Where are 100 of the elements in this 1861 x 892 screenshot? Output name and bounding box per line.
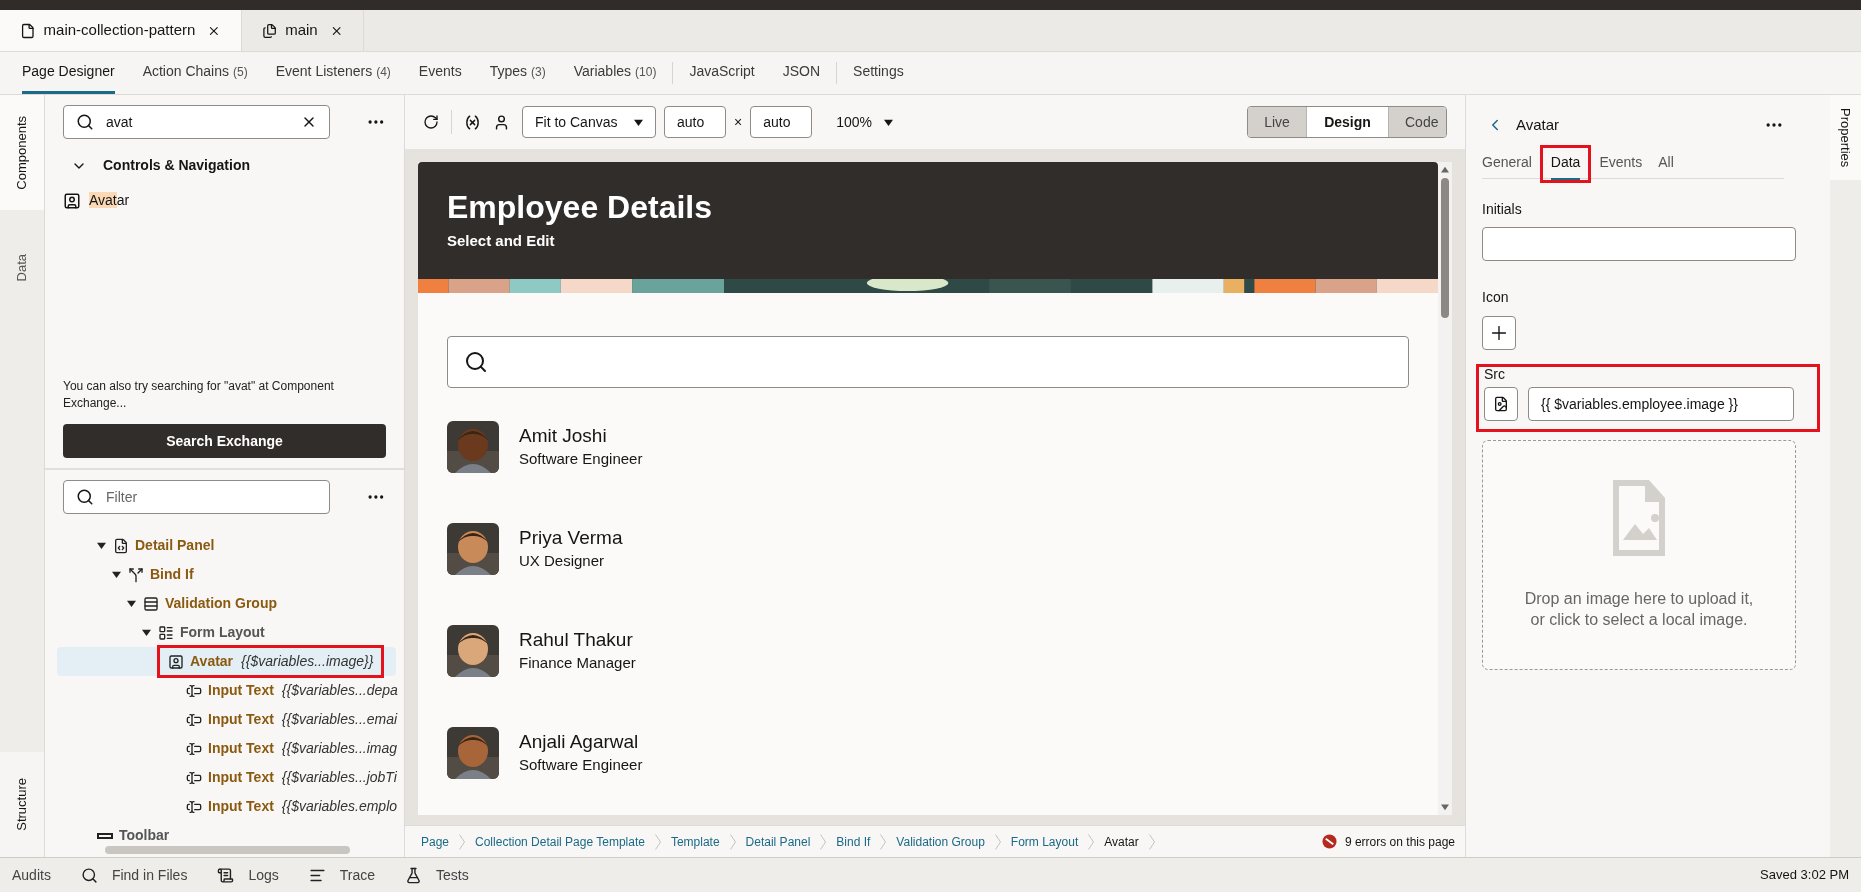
bottom-tab[interactable]: Find in Files: [80, 864, 188, 886]
breadcrumb[interactable]: Collection Detail Page Template: [469, 832, 651, 851]
scrollbar[interactable]: [1441, 178, 1449, 318]
tree-item[interactable]: Input Text {{$variables...imag: [57, 734, 396, 763]
nav-tab[interactable]: Variables (10): [573, 52, 657, 94]
user-square-icon: [168, 653, 184, 670]
binding-text: {{$variables...emai: [281, 710, 398, 729]
chevron-icon: [729, 833, 736, 850]
bottom-tab[interactable]: Audits: [12, 864, 51, 886]
bottom-tab[interactable]: Trace: [308, 864, 376, 886]
caret-icon[interactable]: [142, 628, 151, 637]
chevron-icon: [1148, 833, 1155, 850]
breadcrumb[interactable]: Template: [664, 832, 726, 851]
filter-field[interactable]: Filter: [63, 480, 331, 514]
tree-item[interactable]: Input Text {{$variables...depa: [57, 676, 396, 705]
drop-zone[interactable]: Drop an image here to upload it, or click to select a local image.: [1482, 440, 1796, 670]
error-count[interactable]: 9 errors on this page: [1344, 832, 1455, 851]
employee-role: Software Engineer: [519, 448, 643, 469]
tree-item[interactable]: Detail Panel: [57, 531, 396, 560]
tree-label: Input Text: [208, 681, 274, 700]
document-icon: [20, 22, 36, 39]
tree-item[interactable]: Input Text {{$variables...emai: [57, 705, 396, 734]
caret-icon[interactable]: [884, 117, 893, 127]
nav-tab[interactable]: Types (3): [489, 52, 546, 94]
file-image-button[interactable]: [1484, 387, 1518, 421]
tree-label: Validation Group: [165, 594, 277, 613]
src-field[interactable]: {{ $variables.employee.image }}: [1528, 387, 1794, 421]
page-subtitle: Select and Edit: [447, 231, 555, 251]
breadcrumb[interactable]: Validation Group: [890, 832, 991, 851]
breadcrumb[interactable]: Detail Panel: [739, 832, 817, 851]
height-field[interactable]: auto: [750, 106, 813, 138]
side-tab[interactable]: Properties: [1830, 95, 1861, 180]
refresh-icon[interactable]: [423, 114, 439, 130]
binding-text: {{$variables...depa: [281, 681, 398, 700]
bottom-tab[interactable]: Logs: [217, 864, 279, 886]
list-layout-icon: [158, 624, 174, 641]
property-tab[interactable]: Data: [1539, 144, 1592, 183]
nav-tab[interactable]: Event Listeners (4): [275, 52, 391, 94]
caret-icon[interactable]: [634, 117, 643, 127]
add-icon-button[interactable]: [1482, 316, 1516, 350]
search-field[interactable]: avat: [63, 105, 331, 139]
variable-icon[interactable]: [464, 113, 481, 131]
zoom-dropdown[interactable]: 100%: [836, 111, 893, 133]
breadcrumb[interactable]: Avatar: [1098, 832, 1145, 851]
flask-icon: [405, 866, 423, 884]
caret-icon[interactable]: [97, 541, 106, 550]
binding-text: {{$variables.emplo: [281, 797, 398, 816]
binding-text: {{$variables...image}}: [241, 652, 374, 671]
tree-item[interactable]: Avatar {{$variables...image}}: [57, 647, 396, 676]
nav-tab[interactable]: JavaScript: [689, 52, 755, 94]
scroll-up-icon[interactable]: [1441, 166, 1449, 174]
side-tab[interactable]: Components: [0, 95, 44, 210]
width-field[interactable]: auto: [664, 106, 726, 138]
tree-item[interactable]: Toolbar: [57, 821, 396, 843]
tree-item[interactable]: Validation Group: [57, 589, 396, 618]
breadcrumb[interactable]: Page: [415, 832, 456, 851]
chevron-icon: [654, 833, 661, 850]
scroll-down-icon[interactable]: [1441, 803, 1449, 811]
search-field[interactable]: [447, 336, 1409, 388]
nav-tab[interactable]: Action Chains (5): [142, 52, 248, 94]
toolbar-icon: [97, 832, 113, 839]
caret-icon[interactable]: [127, 599, 136, 608]
component-label: Avatar: [89, 191, 130, 210]
tab-label: main: [285, 20, 318, 41]
bottom-tab[interactable]: Tests: [405, 864, 469, 886]
binding-text: {{$variables...jobTi: [281, 768, 397, 787]
property-tab[interactable]: All: [1650, 144, 1682, 183]
tree-item[interactable]: Input Text {{$variables...jobTi: [57, 763, 396, 792]
page-title: Employee Details: [447, 188, 712, 226]
initials-field[interactable]: [1482, 227, 1796, 261]
nav-tab[interactable]: JSON: [782, 52, 821, 94]
tree-item[interactable]: Bind If: [57, 560, 396, 589]
mode-button[interactable]: Live: [1248, 107, 1306, 137]
breadcrumb[interactable]: Bind If: [830, 832, 877, 851]
documents-icon: [262, 22, 278, 39]
tree-item[interactable]: Input Text {{$variables.emplo: [57, 792, 396, 821]
text-input-icon: [186, 682, 202, 699]
group-heading: Controls & Navigation: [103, 156, 250, 175]
user-icon[interactable]: [493, 113, 510, 131]
breadcrumb[interactable]: Form Layout: [1004, 832, 1085, 851]
side-tab[interactable]: Structure: [0, 752, 44, 857]
image-file-icon: [1493, 396, 1509, 412]
filter-placeholder: Filter: [106, 487, 138, 507]
field-label: Initials: [1482, 200, 1523, 219]
property-tab[interactable]: General: [1482, 144, 1540, 183]
caret-icon[interactable]: [112, 570, 121, 579]
search-exchange-button[interactable]: Search Exchange: [63, 424, 386, 458]
property-tab[interactable]: Events: [1591, 144, 1651, 183]
mode-button[interactable]: Design: [1306, 107, 1388, 137]
tree-item[interactable]: Form Layout: [57, 618, 396, 647]
component-item[interactable]: Avatar: [63, 190, 386, 211]
fit-dropdown[interactable]: Fit to Canvas: [522, 106, 656, 138]
file-tab[interactable]: main-collection-pattern: [0, 10, 242, 51]
nav-tab[interactable]: Settings: [853, 52, 904, 94]
nav-tab[interactable]: Events: [418, 52, 462, 94]
mode-button[interactable]: Code: [1388, 107, 1446, 137]
tree-label: Input Text: [208, 710, 274, 729]
search-icon: [76, 113, 94, 131]
image-file-icon: [1613, 480, 1665, 556]
scrollbar[interactable]: [105, 846, 350, 854]
